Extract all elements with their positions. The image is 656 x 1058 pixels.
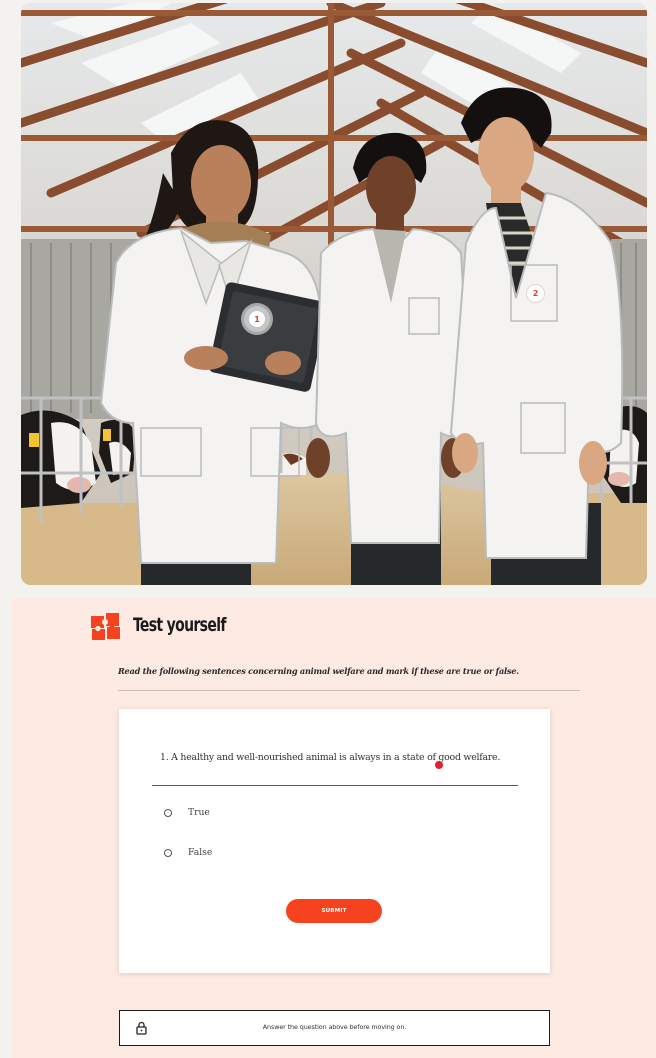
radio-true[interactable]: [164, 808, 172, 817]
option-true[interactable]: True: [164, 807, 210, 818]
cursor-marker: [435, 761, 443, 769]
instructions-text: Read the following sentences concerning …: [118, 666, 519, 676]
test-yourself-panel: Test yourself Read the following sentenc…: [12, 598, 656, 1058]
section-title: Test yourself: [133, 614, 226, 636]
submit-button[interactable]: SUBMIT: [286, 899, 382, 923]
option-false-label: False: [188, 847, 213, 858]
radio-false[interactable]: [164, 848, 172, 857]
puzzle-icon: [91, 613, 120, 640]
question-text: 1. A healthy and well-nourished animal i…: [160, 752, 501, 763]
option-true-label: True: [188, 807, 210, 818]
option-false[interactable]: False: [164, 847, 212, 858]
hotspot-2[interactable]: 2: [526, 284, 545, 303]
question-divider: [152, 785, 518, 786]
lock-message: Answer the question above before moving …: [262, 1023, 407, 1031]
divider: [118, 690, 580, 691]
hero-illustration: 1 2: [21, 3, 647, 585]
hotspot-1[interactable]: 1: [249, 311, 265, 327]
question-card: 1. A healthy and well-nourished animal i…: [119, 709, 550, 973]
barn-scene-illustration: [21, 3, 647, 585]
locked-continue-bar: Answer the question above before moving …: [119, 1010, 550, 1046]
